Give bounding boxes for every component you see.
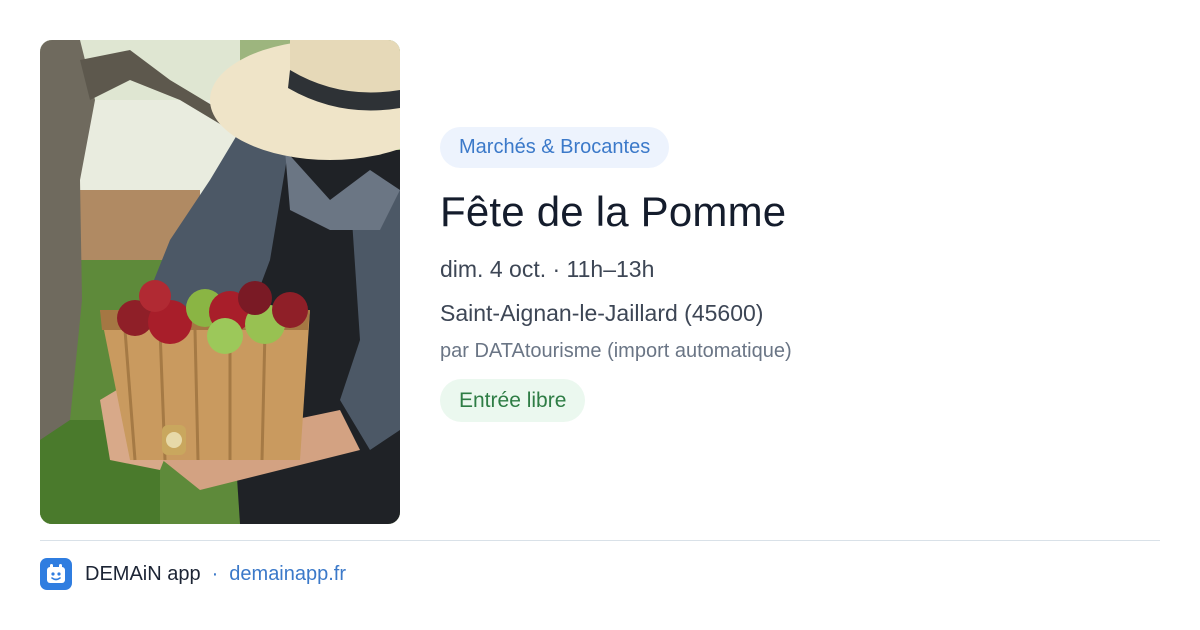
app-name: DEMAiN app (85, 562, 201, 585)
event-info: Marchés & Brocantes Fête de la Pomme dim… (440, 127, 1160, 422)
event-title: Fête de la Pomme (440, 188, 787, 235)
divider (40, 540, 1160, 541)
category-badge[interactable]: Marchés & Brocantes (440, 127, 670, 168)
event-location: Saint-Aignan-le-Jaillard (45600) (440, 300, 764, 326)
demain-logo-icon (40, 558, 72, 590)
event-source: par DATAtourisme (import automatique) (440, 340, 792, 362)
website-link[interactable]: demainapp.fr (229, 563, 346, 586)
footer: DEMAiN app · demainapp.fr (40, 558, 346, 590)
event-image (40, 40, 400, 524)
footer-separator: · (211, 562, 219, 585)
event-datetime: dim. 4 oct. · 11h–13h (440, 256, 655, 282)
price-badge: Entrée libre (440, 379, 586, 422)
